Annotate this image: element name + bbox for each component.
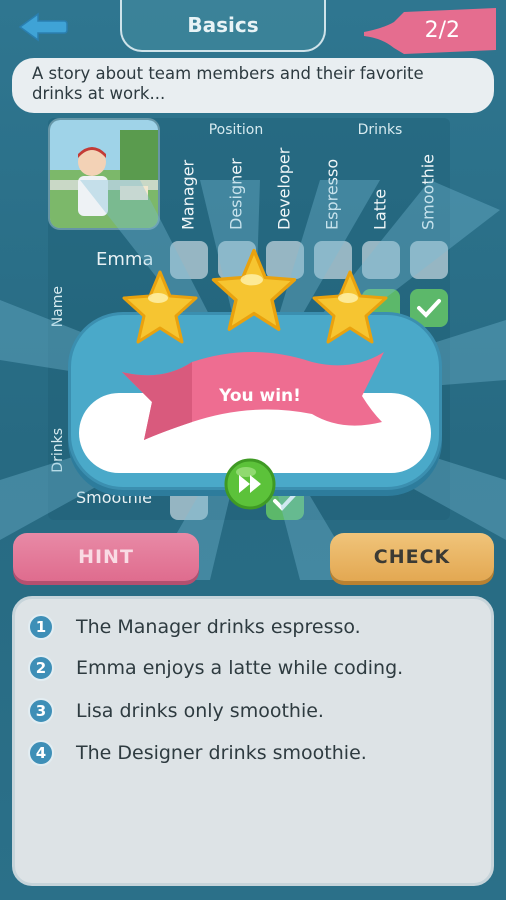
progress-tag: 2/2 [364,8,496,54]
back-arrow-icon[interactable] [18,12,68,42]
column-group-drinks: Drinks [357,122,403,138]
star-icon [211,248,297,331]
win-message: You win! [219,386,301,406]
story-text: A story about team members and their fav… [12,58,494,113]
clue-text: Emma enjoys a latte while coding. [76,657,404,679]
check-button[interactable]: CHECK [330,533,494,581]
progress-text: 2/2 [424,18,460,43]
star-icon [122,270,198,344]
next-level-button[interactable] [224,458,276,510]
clue-text: The Manager drinks espresso. [76,616,361,638]
column-group-position: Position [208,122,264,138]
clue-text: The Designer drinks smoothie. [76,742,367,764]
clue-item: 2 Emma enjoys a latte while coding. [28,655,403,681]
clue-item: 1 The Manager drinks espresso. [28,614,361,640]
clue-item: 3 Lisa drinks only smoothie. [28,698,324,724]
star-icon [312,270,388,344]
clue-number: 4 [28,740,54,766]
clue-item: 4 The Designer drinks smoothie. [28,740,367,766]
clue-text: Lisa drinks only smoothie. [76,700,324,722]
level-title: Basics [120,0,326,52]
hint-button[interactable]: HINT [13,533,199,581]
clue-number: 2 [28,655,54,681]
clue-number: 3 [28,698,54,724]
clue-number: 1 [28,614,54,640]
